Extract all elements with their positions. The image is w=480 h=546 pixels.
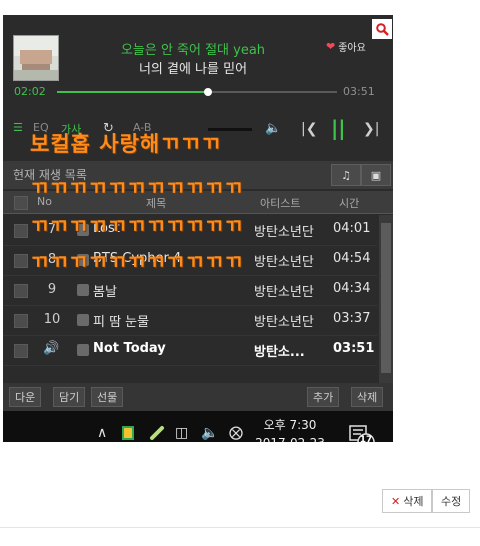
row-duration: 03:51 xyxy=(333,341,375,356)
progress-knob[interactable] xyxy=(204,88,213,96)
column-artist[interactable]: 아티스트 xyxy=(260,195,300,211)
album-art-bus-stop xyxy=(20,50,52,64)
album-art-ground xyxy=(14,70,58,80)
heart-icon: ❤ xyxy=(326,40,336,53)
edit-post-button[interactable]: 수정 xyxy=(432,489,471,513)
row-title[interactable]: 피 땀 눈물 xyxy=(93,311,149,330)
download-button[interactable]: 다운 xyxy=(9,387,42,407)
scrollbar-thumb[interactable] xyxy=(381,223,391,373)
playlist-scrollbar[interactable] xyxy=(379,215,393,383)
network-icon[interactable]: ◫ xyxy=(175,425,188,441)
search-icon[interactable] xyxy=(372,19,392,39)
taskbar-clock[interactable]: 오후 7:30 2017-02-23 xyxy=(253,416,327,442)
now-playing-icon: 🔊 xyxy=(43,341,60,356)
playlist-action-bar: 다운 담기 선물 추가 삭제 xyxy=(3,383,393,411)
current-lyric: 오늘은 안 죽어 절대 yeah xyxy=(120,43,266,58)
like-label: 좋아요 xyxy=(338,43,366,54)
volume-icon[interactable]: 🔈 xyxy=(265,121,281,136)
row-number: 10 xyxy=(43,312,61,327)
row-number: 9 xyxy=(47,282,57,297)
track-tag-icon xyxy=(77,344,89,356)
add-button[interactable]: 추가 xyxy=(307,387,340,407)
volume-tray-icon[interactable]: 🔈 xyxy=(201,425,218,441)
track-tag-icon xyxy=(77,284,89,296)
delete-post-button[interactable]: ✕ 삭제 xyxy=(382,489,433,513)
row-duration: 03:37 xyxy=(333,311,371,326)
app-tray-icon[interactable] xyxy=(121,425,135,442)
overlay-text-line1: 보컬홉 사랑해ㄲㄲㄲ xyxy=(30,132,222,156)
previous-icon[interactable]: |❮ xyxy=(301,121,317,137)
row-duration: 04:01 xyxy=(333,221,371,236)
track-tag-icon xyxy=(77,314,89,326)
overlay-text-line2: ㄲㄲㄲㄲㄲㄲㄲㄲㄲㄲㄲ xyxy=(30,176,244,200)
close-icon: ✕ xyxy=(391,494,401,508)
clock-date: 2017-02-23 xyxy=(253,434,327,442)
pen-icon[interactable] xyxy=(149,425,165,442)
windows-taskbar: ∧ ◫ 🔈 ⨂ 오후 7:30 2017-02-23 17 xyxy=(3,411,393,442)
next-lyric: 너의 곁에 나를 믿어 xyxy=(138,62,248,77)
next-icon[interactable]: ❯| xyxy=(363,121,379,137)
clock-time: 오후 7:30 xyxy=(263,418,317,432)
table-row-now-playing[interactable]: 🔊 Not Today 방탄소... 03:51 xyxy=(3,335,377,366)
overlay-text-line3: ㄲㄲㄲㄲㄲㄲㄲㄲㄲㄲㄲ xyxy=(30,214,244,238)
row-title[interactable]: Not Today xyxy=(93,341,166,356)
row-artist[interactable]: 방탄소년단 xyxy=(254,221,314,240)
row-artist[interactable]: 방탄소... xyxy=(254,341,305,360)
progress-fill xyxy=(57,91,209,93)
total-time: 03:51 xyxy=(343,85,375,98)
elapsed-time: 02:02 xyxy=(14,85,46,98)
column-time[interactable]: 시간 xyxy=(339,195,359,211)
row-checkbox[interactable] xyxy=(14,284,28,298)
table-row[interactable]: 10 피 땀 눈물 방탄소년단 03:37 xyxy=(3,305,377,336)
video-icon[interactable]: ▣ xyxy=(361,164,391,186)
music-note-icon[interactable]: ♫ xyxy=(331,164,361,186)
delete-post-label: 삭제 xyxy=(403,495,424,508)
album-art[interactable] xyxy=(13,35,59,81)
close-circle-icon[interactable]: ⨂ xyxy=(229,425,243,441)
table-row[interactable]: 9 봄날 방탄소년단 04:34 xyxy=(3,275,377,306)
footer-divider xyxy=(0,527,480,528)
overlay-text-line4: ㄲㄲㄲㄲㄲㄲㄲㄲㄲㄲㄲ xyxy=(30,250,244,274)
row-checkbox[interactable] xyxy=(14,224,28,238)
progress-bar[interactable] xyxy=(57,88,337,96)
pause-icon[interactable]: || xyxy=(331,116,346,140)
like-button[interactable]: ❤ 좋아요 xyxy=(326,39,366,54)
row-title[interactable]: 봄날 xyxy=(93,281,117,300)
row-artist[interactable]: 방탄소년단 xyxy=(254,281,314,300)
gift-button[interactable]: 선물 xyxy=(91,387,124,407)
notification-count: 17 xyxy=(359,435,373,442)
row-artist[interactable]: 방탄소년단 xyxy=(254,311,314,330)
save-button[interactable]: 담기 xyxy=(53,387,86,407)
row-checkbox[interactable] xyxy=(14,314,28,328)
row-checkbox[interactable] xyxy=(14,344,28,358)
row-duration: 04:34 xyxy=(333,281,371,296)
notification-icon[interactable]: 17 xyxy=(349,425,375,442)
row-checkbox[interactable] xyxy=(14,254,28,268)
row-artist[interactable]: 방탄소년단 xyxy=(254,251,314,270)
select-all-checkbox[interactable] xyxy=(14,196,28,210)
chevron-up-icon[interactable]: ∧ xyxy=(97,425,107,441)
playlist-toggle-icon[interactable]: ☰ xyxy=(13,121,23,134)
delete-track-button[interactable]: 삭제 xyxy=(351,387,384,407)
row-duration: 04:54 xyxy=(333,251,371,266)
